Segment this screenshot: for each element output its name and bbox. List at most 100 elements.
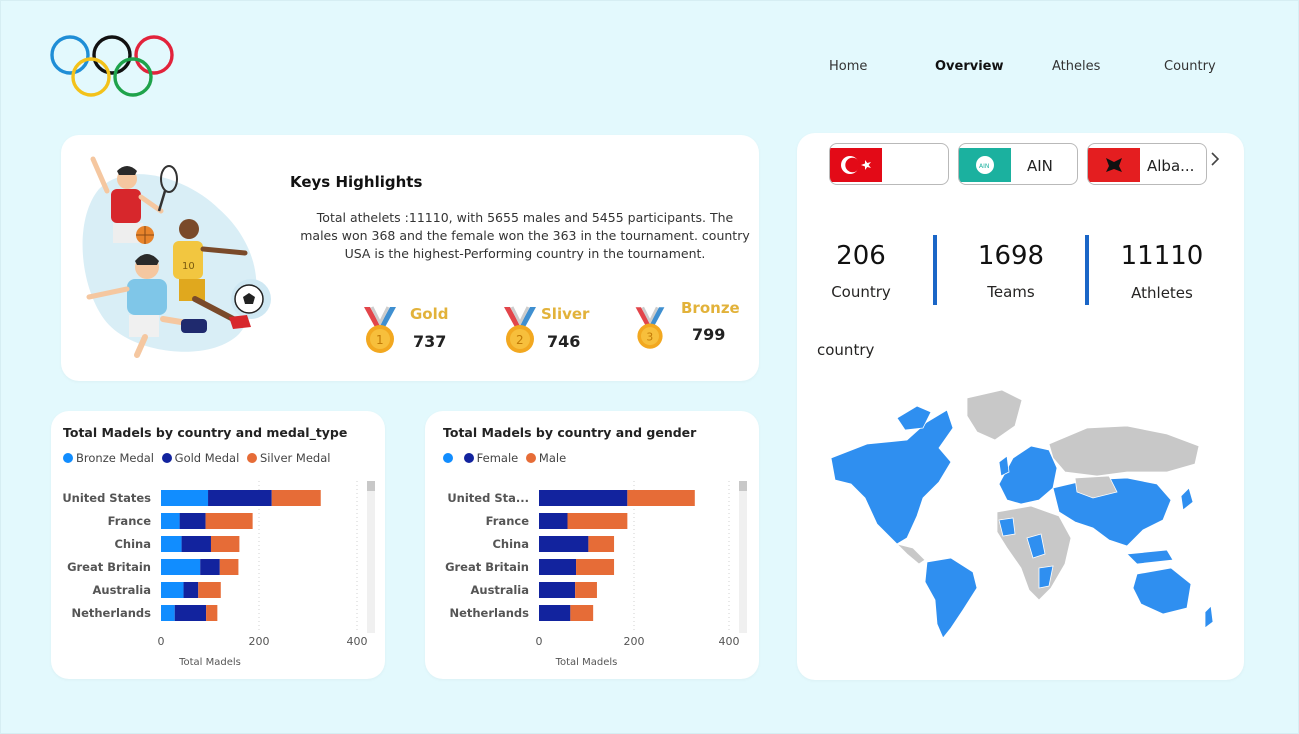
category-label: United States: [62, 491, 151, 505]
slicer-item-label: AIN: [1027, 157, 1053, 175]
bar-segment[interactable]: [161, 536, 182, 552]
silver-label: Sliver: [541, 305, 590, 323]
bar-segment[interactable]: [627, 490, 695, 506]
svg-text:10: 10: [182, 261, 195, 272]
x-tick-label: 400: [347, 635, 368, 648]
bar-segment[interactable]: [206, 605, 218, 621]
bar-segment[interactable]: [567, 513, 628, 529]
category-label: United Sta...: [447, 491, 529, 505]
bar-segment[interactable]: [539, 536, 589, 552]
highlights-card: 10 Keys Highlights Total athelets :11110…: [61, 135, 759, 381]
nav-home[interactable]: Home: [829, 59, 867, 74]
stat-athletes-label: Athletes: [1131, 284, 1193, 302]
map-region-uk: [998, 455, 1010, 477]
bar-segment[interactable]: [570, 605, 594, 621]
stat-athletes-value: 11110: [1120, 241, 1204, 271]
bronze-count: 799: [692, 325, 726, 344]
map-region-new-zealand: [1204, 605, 1214, 629]
map-region-russia: [1048, 425, 1200, 477]
category-label: Great Britain: [445, 560, 529, 574]
bar-segment[interactable]: [200, 559, 220, 575]
bar-segment[interactable]: [539, 513, 568, 529]
x-tick-label: 400: [719, 635, 740, 648]
map-region-australia: [1132, 567, 1192, 615]
nav-country[interactable]: Country: [1164, 59, 1216, 74]
bar-segment[interactable]: [161, 605, 175, 621]
albania-flag-icon: [1088, 148, 1140, 182]
bar-segment[interactable]: [208, 490, 272, 506]
category-label: China: [492, 537, 529, 551]
bar-segment[interactable]: [539, 559, 577, 575]
map-region-south-america: [924, 557, 978, 639]
map-region-indonesia: [1126, 549, 1174, 565]
bar-segment[interactable]: [205, 513, 253, 529]
country-panel: AIN AIN Alba... 206 Country 1698 Teams 1…: [797, 133, 1244, 680]
chart-scrollbar-thumb[interactable]: [367, 481, 375, 491]
ain-flag-icon: AIN: [959, 148, 1011, 182]
bar-segment[interactable]: [219, 559, 239, 575]
nav-atheles[interactable]: Atheles: [1052, 59, 1100, 74]
stat-divider: [933, 235, 937, 305]
medal-1-icon: 1: [364, 306, 396, 353]
chart-card-gender: Total Madels by country and gender Femal…: [425, 411, 759, 679]
bar-segment[interactable]: [210, 536, 240, 552]
category-label: Australia: [92, 583, 151, 597]
turkey-flag-icon: [830, 148, 882, 182]
report-canvas: Home Overview Atheles Country 10 Keys Hi…: [0, 0, 1299, 734]
bar-segment[interactable]: [539, 605, 571, 621]
slicer-item-turkey[interactable]: [829, 143, 949, 185]
svg-text:1: 1: [376, 333, 384, 347]
bar-segment[interactable]: [161, 513, 180, 529]
bar-segment[interactable]: [161, 559, 201, 575]
chart-scrollbar[interactable]: [367, 481, 375, 633]
medal-type-bar-chart: 0 200 400 Total Madels United States France Ch…: [62, 481, 368, 668]
bar-segment[interactable]: [576, 559, 615, 575]
stat-teams-value: 1698: [977, 241, 1045, 271]
slicer-item-albania[interactable]: Alba...: [1087, 143, 1207, 185]
slicer-item-label: Alba...: [1147, 157, 1195, 175]
bar-segment[interactable]: [539, 490, 628, 506]
map-region-central-america: [895, 543, 926, 565]
category-label: France: [486, 514, 530, 528]
svg-text:AIN: AIN: [979, 163, 989, 170]
map-region-north-america: [830, 409, 954, 545]
x-tick-label: 200: [624, 635, 645, 648]
bar-segment[interactable]: [174, 605, 207, 621]
x-axis-title: Total Madels: [555, 657, 618, 668]
bar-segment[interactable]: [539, 582, 576, 598]
bronze-label: Bronze: [681, 299, 740, 317]
gold-label: Gold: [410, 305, 449, 323]
map-region-greenland: [966, 389, 1023, 441]
medal-2-icon: 2: [504, 306, 536, 353]
medal-3-icon: 3: [635, 306, 665, 349]
stat-divider: [1085, 235, 1089, 305]
bar-segment[interactable]: [198, 582, 221, 598]
top-navigation: Home Overview Atheles Country: [1, 59, 1299, 79]
bar-segment[interactable]: [575, 582, 597, 598]
chevron-right-icon[interactable]: [1209, 151, 1221, 167]
bar-segment[interactable]: [183, 582, 199, 598]
bar-segment[interactable]: [179, 513, 206, 529]
highlights-description: Total athelets :11110, with 5655 males a…: [300, 210, 750, 261]
x-tick-label: 200: [249, 635, 270, 648]
gold-count: 737: [413, 332, 447, 351]
bar-segment[interactable]: [588, 536, 615, 552]
category-label: Australia: [470, 583, 529, 597]
bar-segment[interactable]: [181, 536, 211, 552]
bar-segment[interactable]: [161, 490, 209, 506]
x-tick-label: 0: [536, 635, 543, 648]
category-label: Netherlands: [71, 606, 151, 620]
bar-segment[interactable]: [271, 490, 321, 506]
chart-scrollbar-thumb[interactable]: [739, 481, 747, 491]
category-label: China: [114, 537, 151, 551]
slicer-item-ain[interactable]: AIN AIN: [958, 143, 1078, 185]
silver-count: 746: [547, 332, 581, 351]
highlights-title: Keys Highlights: [290, 173, 423, 191]
chart-scrollbar[interactable]: [739, 481, 747, 633]
world-map[interactable]: [827, 388, 1227, 640]
bar-segment[interactable]: [161, 582, 184, 598]
svg-text:3: 3: [646, 331, 653, 344]
gender-bar-chart: 0 200 400 Total Madels United Sta... France Ch…: [445, 481, 740, 668]
nav-overview[interactable]: Overview: [935, 59, 1004, 74]
x-tick-label: 0: [158, 635, 165, 648]
